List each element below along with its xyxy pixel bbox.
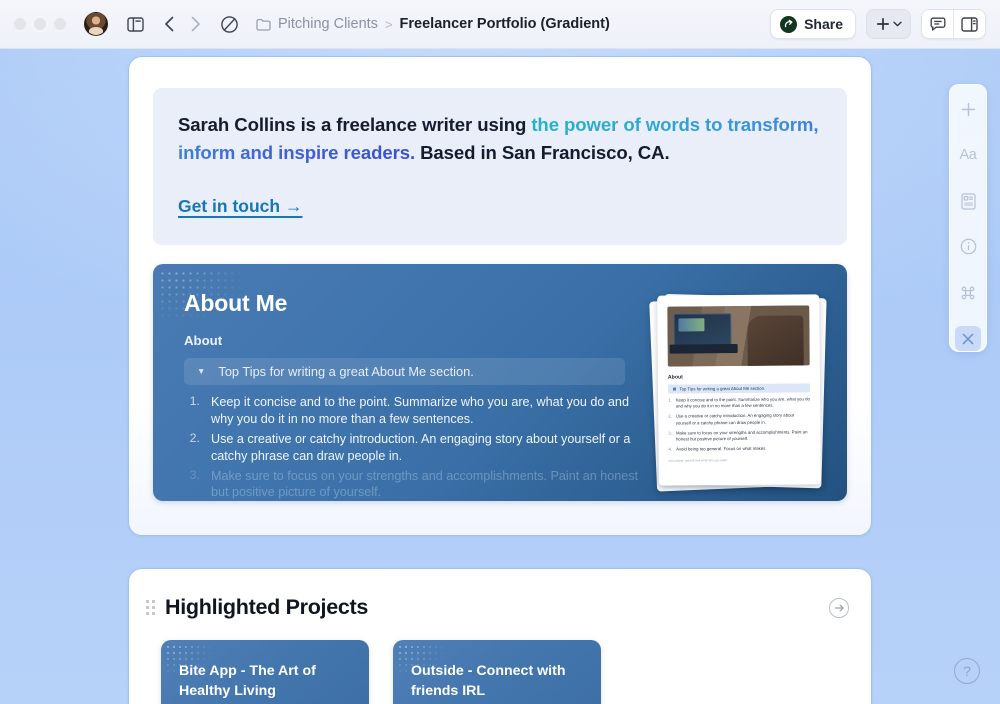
document-canvas[interactable]: Sarah Collins is a freelance writer usin… <box>0 49 1000 704</box>
tip-text: Use a creative or catchy introduction. A… <box>211 431 631 463</box>
share-button[interactable]: Share <box>770 9 856 39</box>
tip-number: 1. <box>189 394 200 408</box>
forward-button[interactable] <box>182 11 208 37</box>
project-name: Outside - Connect with friends IRL <box>411 663 566 699</box>
document-preview-thumbnail[interactable]: About Top Tips for writing a great About… <box>649 293 827 492</box>
intro-card[interactable]: Sarah Collins is a freelance writer usin… <box>153 88 847 245</box>
list-item: 3. Make sure to focus on your strengths … <box>184 468 639 502</box>
breadcrumb-parent[interactable]: Pitching Clients <box>278 16 378 32</box>
share-label: Share <box>804 16 843 32</box>
intro-text: Sarah Collins is a freelance writer usin… <box>178 111 822 166</box>
thumbnail-list-item: 1. Keep it concise and to the point. Summ… <box>668 396 810 409</box>
text-format-icon[interactable]: Aa <box>955 143 981 168</box>
tips-list: 1. Keep it concise and to the point. Sum… <box>184 394 639 501</box>
back-button[interactable] <box>156 11 182 37</box>
right-tool-rail: Aa <box>949 84 987 352</box>
toolbar-actions: Share <box>770 9 986 39</box>
thumbnail-heading: About <box>667 374 683 381</box>
thumbnail-list-item: 2. Use a creative or catchy introduction.… <box>668 412 795 426</box>
breadcrumb: Pitching Clients > Freelancer Portfolio … <box>256 16 610 32</box>
project-card[interactable]: Outside - Connect with friends IRL <box>393 640 601 704</box>
projects-grid: Bite App - The Art of Healthy Living Out… <box>129 620 871 704</box>
plus-icon <box>876 17 890 31</box>
intro-text-part2: Based in San Francisco, CA. <box>415 141 670 163</box>
app-window: Pitching Clients > Freelancer Portfolio … <box>0 0 1000 704</box>
tip-text: Keep it concise and to the point. Summar… <box>211 395 629 426</box>
thumbnail-photo <box>667 305 810 367</box>
tip-text: Make sure to focus on your strengths and… <box>211 468 639 500</box>
page-title[interactable]: Freelancer Portfolio (Gradient) <box>400 16 610 32</box>
projects-header: Highlighted Projects <box>129 569 871 620</box>
scissors-icon[interactable] <box>955 326 981 351</box>
plus-icon[interactable] <box>955 97 981 122</box>
info-circle-icon[interactable] <box>955 234 981 259</box>
project-card[interactable]: Bite App - The Art of Healthy Living <box>161 640 369 704</box>
drag-handle-icon[interactable] <box>143 599 157 617</box>
toolbar-icon-group <box>921 9 986 39</box>
maximize-button[interactable] <box>54 18 66 30</box>
get-in-touch-link[interactable]: Get in touch → <box>178 196 302 217</box>
project-name: Bite App - The Art of Healthy Living <box>179 663 316 699</box>
command-icon[interactable] <box>955 280 981 305</box>
hero-block: Sarah Collins is a freelance writer usin… <box>128 56 872 536</box>
thumbnail-list-item: 3. Make sure to focus on your strengths a… <box>668 429 808 442</box>
sidebar-toggle-icon[interactable] <box>122 11 148 37</box>
no-tracking-icon[interactable] <box>216 11 242 37</box>
projects-title: Highlighted Projects <box>165 595 369 619</box>
chevron-down-icon <box>893 21 902 27</box>
thumbnail-tips-bar: Top Tips for writing a great About Me se… <box>667 383 811 394</box>
thumbnail-list-item: 4. Avoid being too general. Focus on what… <box>668 446 766 452</box>
list-item: 1. Keep it concise and to the point. Sum… <box>184 394 639 428</box>
triangle-down-icon[interactable]: ▼ <box>197 367 205 376</box>
list-item: 2. Use a creative or catchy introduction… <box>184 431 639 465</box>
about-me-card[interactable]: About Me About ▼ Top Tips for writing a … <box>153 264 847 501</box>
close-button[interactable] <box>14 18 26 30</box>
window-controls <box>14 18 66 30</box>
question-mark-icon: ? <box>963 663 971 679</box>
thumbnail-tips-label: Top Tips for writing a great About Me se… <box>679 385 766 392</box>
right-panel-toggle-icon[interactable] <box>954 10 985 38</box>
thumbnail-footer: you unique, special and what sets you ap… <box>668 457 728 463</box>
help-button[interactable]: ? <box>954 658 980 684</box>
breadcrumb-separator: > <box>384 16 393 32</box>
tips-label: Top Tips for writing a great About Me se… <box>218 364 474 379</box>
arrow-right-circle-icon[interactable] <box>829 597 849 618</box>
intro-text-part1: Sarah Collins is a freelance writer usin… <box>178 114 532 135</box>
minimize-button[interactable] <box>34 18 46 30</box>
folder-icon <box>256 18 271 31</box>
add-button[interactable] <box>866 9 911 39</box>
top-toolbar: Pitching Clients > Freelancer Portfolio … <box>0 0 1000 49</box>
highlighted-projects-block: Highlighted Projects Bite App - The Art … <box>128 568 872 704</box>
tips-toggle-row[interactable]: ▼ Top Tips for writing a great About Me … <box>184 358 625 385</box>
tip-number: 3. <box>189 467 200 482</box>
paper-sheet-front: About Top Tips for writing a great About… <box>657 294 821 486</box>
tip-number: 2. <box>189 430 200 445</box>
comment-icon[interactable] <box>922 10 953 38</box>
card-layout-icon[interactable] <box>955 189 981 214</box>
avatar[interactable] <box>84 12 108 36</box>
share-icon <box>780 15 798 33</box>
